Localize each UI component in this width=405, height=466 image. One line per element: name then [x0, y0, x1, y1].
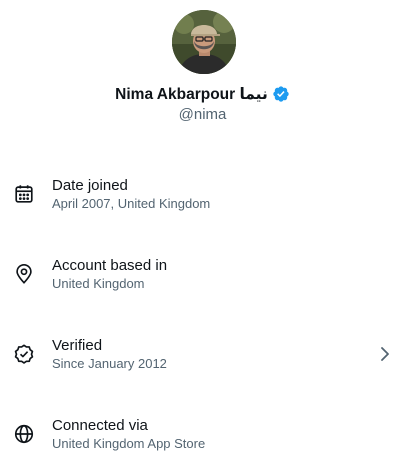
date-joined-title: Date joined [52, 177, 128, 194]
calendar-icon [13, 183, 35, 205]
account-based-in-title: Account based in [52, 257, 168, 274]
avatar[interactable] [172, 10, 236, 74]
account-based-in-item: Account based in United Kingdom [0, 250, 405, 310]
profile-name-row: Nima Akbarpour نیما [0, 83, 405, 105]
verified-title: Verified [52, 337, 103, 354]
verified-badge-outline-icon [13, 343, 35, 365]
globe-icon [13, 423, 35, 445]
connected-via-title: Connected via [52, 417, 148, 434]
profile-handle: @nima [178, 106, 227, 123]
display-name: Nima Akbarpour نیما [115, 85, 268, 103]
verified-value: Since January 2012 [52, 356, 167, 371]
date-joined-value: April 2007, United Kingdom [52, 196, 211, 211]
chevron-right-icon[interactable] [378, 345, 392, 363]
account-based-in-value: United Kingdom [52, 276, 145, 291]
verified-item[interactable]: Verified Since January 2012 [0, 330, 405, 390]
connected-via-item: Connected via United Kingdom App Store [0, 410, 405, 466]
about-account-panel: Nima Akbarpour نیما @nima Date joined Ap… [0, 0, 405, 466]
verified-badge-icon [272, 85, 290, 103]
date-joined-item: Date joined April 2007, United Kingdom [0, 170, 405, 230]
connected-via-value: United Kingdom App Store [52, 436, 206, 451]
avatar-photo [172, 10, 236, 74]
location-pin-icon [13, 263, 35, 285]
